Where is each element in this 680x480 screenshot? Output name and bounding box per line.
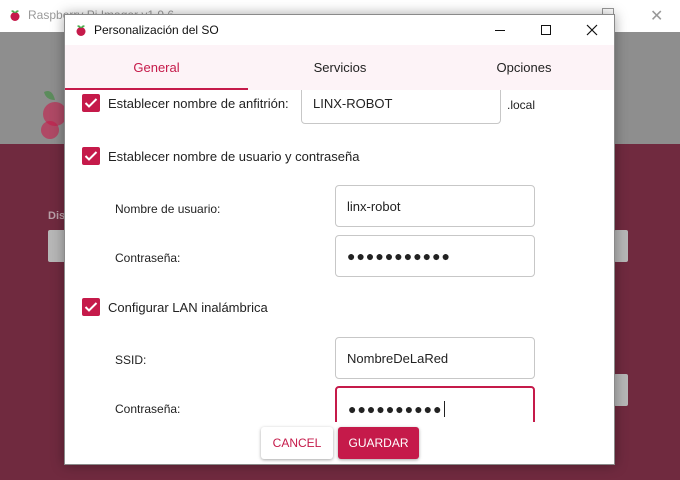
background-next-button[interactable] xyxy=(614,374,628,406)
hostname-checkbox[interactable] xyxy=(82,94,100,112)
background-storage-button[interactable] xyxy=(614,230,628,262)
tab-general[interactable]: General xyxy=(65,45,248,90)
wifi-checkbox-label: Configurar LAN inalámbrica xyxy=(108,300,268,315)
close-button[interactable] xyxy=(569,15,614,45)
save-button[interactable]: GUARDAR xyxy=(338,427,419,459)
os-customization-dialog: Personalización del SO General Servicios… xyxy=(64,14,615,465)
general-tab-content: Establecer nombre de anfitrión: LINX-ROB… xyxy=(65,90,614,422)
checkmark-icon xyxy=(84,98,98,108)
minimize-button[interactable] xyxy=(477,15,523,45)
raspberry-icon xyxy=(10,10,20,21)
cancel-button[interactable]: CANCEL xyxy=(261,427,333,459)
dialog-title: Personalización del SO xyxy=(94,23,219,37)
wifi-password-label: Contraseña: xyxy=(115,402,181,416)
username-value: linx-robot xyxy=(347,198,401,214)
hostname-input[interactable]: LINX-ROBOT xyxy=(301,90,501,124)
ssid-value: NombreDeLaRed xyxy=(347,350,449,366)
background-close-icon[interactable]: ✕ xyxy=(650,6,663,26)
tab-opciones[interactable]: Opciones xyxy=(432,45,614,90)
user-checkbox-label: Establecer nombre de usuario y contraseñ… xyxy=(108,149,360,164)
wifi-checkbox[interactable] xyxy=(82,298,100,316)
minimize-icon xyxy=(495,29,505,31)
checkmark-icon xyxy=(84,302,98,312)
hostname-checkbox-label: Establecer nombre de anfitrión: xyxy=(108,96,289,111)
checkmark-icon xyxy=(84,151,98,161)
user-password-label: Contraseña: xyxy=(115,251,181,265)
background-device-label: Dis xyxy=(48,210,66,222)
user-checkbox[interactable] xyxy=(82,147,100,165)
dialog-titlebar: Personalización del SO xyxy=(65,15,614,45)
username-input[interactable]: linx-robot xyxy=(335,185,535,227)
user-password-value: ●●●●●●●●●●● xyxy=(347,248,452,264)
close-icon xyxy=(586,24,598,36)
tab-servicios[interactable]: Servicios xyxy=(248,45,432,90)
maximize-icon xyxy=(541,25,551,35)
hostname-value: LINX-ROBOT xyxy=(313,95,393,111)
wifi-password-input[interactable]: ●●●●●●●●●● xyxy=(335,386,535,422)
hostname-suffix: .local xyxy=(507,98,536,112)
raspberry-icon xyxy=(76,25,86,36)
user-password-input[interactable]: ●●●●●●●●●●● xyxy=(335,235,535,277)
text-caret xyxy=(443,401,445,417)
ssid-label: SSID: xyxy=(115,353,147,367)
wifi-password-value: ●●●●●●●●●● xyxy=(348,401,443,417)
maximize-button[interactable] xyxy=(523,15,569,45)
username-label: Nombre de usuario: xyxy=(115,202,221,216)
ssid-input[interactable]: NombreDeLaRed xyxy=(335,337,535,379)
tab-bar: General Servicios Opciones xyxy=(65,45,614,90)
